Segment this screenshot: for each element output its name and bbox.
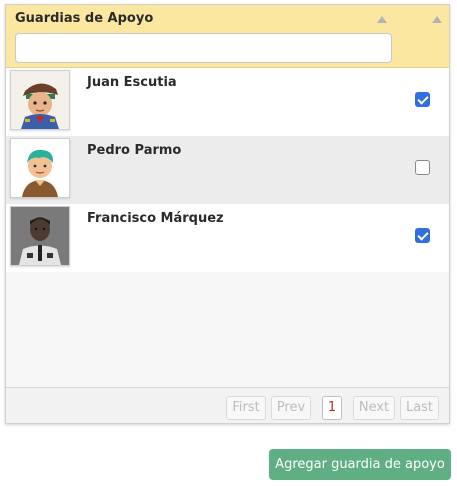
guard-checkbox[interactable] — [415, 92, 430, 107]
last-page-button[interactable]: Last — [400, 396, 439, 420]
table-row[interactable]: Juan Escutia — [6, 68, 449, 136]
guards-panel: Guardias de Apoyo Juan Escutia Pedro Par… — [5, 4, 450, 424]
guard-checkbox[interactable] — [415, 228, 430, 243]
guard-name: Juan Escutia — [87, 75, 177, 90]
pagination-bar: First Prev 1 Next Last — [6, 387, 449, 423]
panel-title: Guardias de Apoyo — [15, 11, 154, 26]
current-page-button[interactable]: 1 — [322, 396, 342, 420]
guard-name: Francisco Márquez — [87, 211, 224, 226]
sort-up-icon[interactable] — [377, 16, 387, 23]
guard-checkbox[interactable] — [415, 160, 430, 175]
sort-up-icon-secondary[interactable] — [432, 16, 442, 23]
boy-avatar-icon — [10, 138, 70, 198]
table-row[interactable]: Francisco Márquez — [6, 204, 449, 272]
first-page-button[interactable]: First — [226, 396, 266, 420]
panel-header: Guardias de Apoyo — [6, 5, 449, 68]
next-page-button[interactable]: Next — [353, 396, 395, 420]
filter-input[interactable] — [15, 33, 392, 63]
cadet-avatar-icon — [10, 70, 70, 130]
guard-photo-avatar-icon — [10, 206, 70, 266]
prev-page-button[interactable]: Prev — [271, 396, 311, 420]
guard-name: Pedro Parmo — [87, 143, 182, 158]
add-guard-button[interactable]: Agregar guardia de apoyo — [269, 449, 451, 480]
table-row[interactable]: Pedro Parmo — [6, 136, 449, 204]
